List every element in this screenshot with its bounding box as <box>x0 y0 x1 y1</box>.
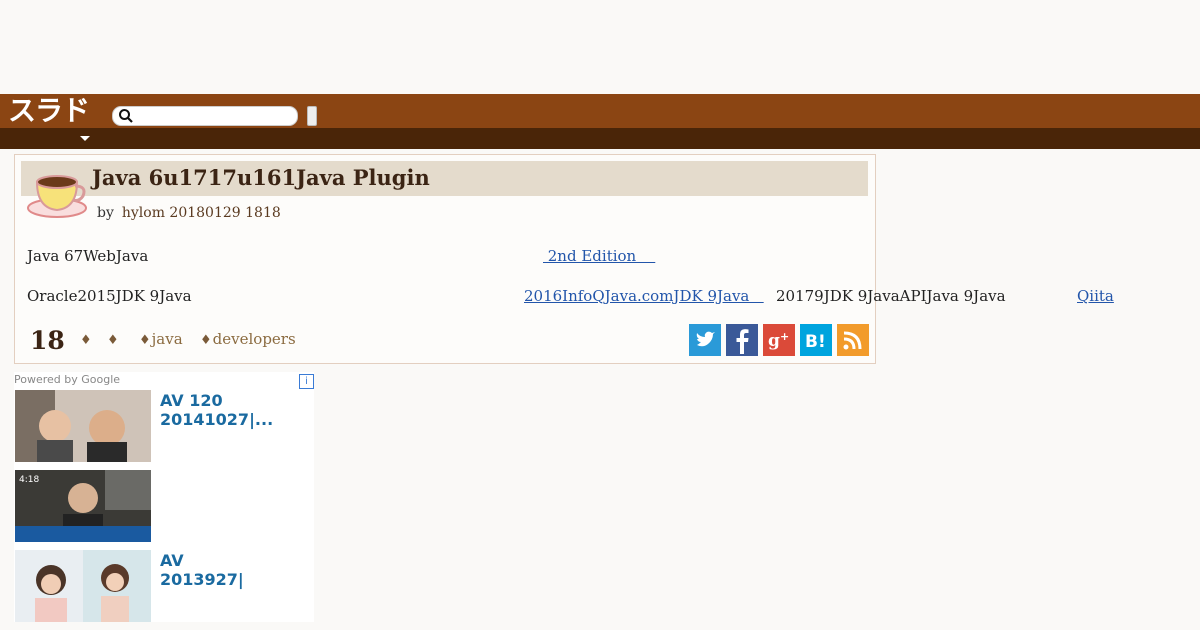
svg-text:B!: B! <box>805 332 826 352</box>
chevron-down-icon[interactable] <box>80 136 90 141</box>
google-plus-icon: g + <box>768 330 789 351</box>
tag-item[interactable]: ♦ <box>107 330 120 348</box>
hatena-bookmark-share-button[interactable]: B! <box>800 324 832 356</box>
tag-label: java <box>151 330 183 348</box>
powered-by-google: Powered by Google <box>14 373 121 386</box>
paragraph-1-text: Java 67WebJava <box>27 247 149 265</box>
site-logo[interactable]: スラド <box>8 96 90 126</box>
tag-icon: ♦ <box>80 333 92 348</box>
hatena-bookmark-icon: B! <box>805 332 826 352</box>
svg-text:+: + <box>780 330 789 343</box>
sub-navigation-bar <box>0 128 1200 149</box>
info-icon[interactable]: i <box>299 374 314 389</box>
comment-count[interactable]: 18 <box>30 326 65 355</box>
ad-thumbnail[interactable] <box>15 390 151 462</box>
paragraph-2-text-2: 20179JDK 9JavaAPIJava 9Java <box>776 287 1006 305</box>
tag-icon: ♦ <box>200 333 212 348</box>
ad-thumbnail[interactable] <box>15 550 151 622</box>
tag-label: developers <box>212 330 296 348</box>
paragraph-2-link-2[interactable]: Qiita <box>1077 287 1114 305</box>
article-title[interactable]: Java 6u1717u161Java Plugin <box>92 165 430 190</box>
search-icon <box>119 109 133 123</box>
svg-text:4:18: 4:18 <box>19 475 39 485</box>
tag-item[interactable]: ♦developers <box>200 330 296 348</box>
svg-text:g: g <box>768 331 780 351</box>
rss-button[interactable] <box>837 324 869 356</box>
tag-item[interactable]: ♦ <box>80 330 93 348</box>
paragraph-2-link[interactable]: 2016InfoQJava.comJDK 9Java <box>524 287 764 305</box>
facebook-icon <box>736 329 749 354</box>
paragraph-1-link[interactable]: 2nd Edition <box>543 247 655 265</box>
paragraph-2-text: Oracle2015JDK 9Java <box>27 287 192 305</box>
tag-icon: ♦ <box>139 333 151 348</box>
rss-icon <box>843 331 862 350</box>
facebook-share-button[interactable] <box>726 324 758 356</box>
twitter-share-button[interactable] <box>689 324 721 356</box>
tag-item[interactable]: ♦java <box>139 330 183 348</box>
tag-icon: ♦ <box>107 333 119 348</box>
ad-title[interactable]: AV 120 20141027|... <box>160 391 273 429</box>
google-plus-share-button[interactable]: g + <box>763 324 795 356</box>
twitter-icon <box>696 331 715 347</box>
ad-title[interactable]: AV 2013927| <box>160 551 244 589</box>
ad-thumbnail[interactable]: 4:18 <box>15 470 151 542</box>
coffee-cup-icon <box>27 175 87 218</box>
article-byline: by hylom 20180129 1818 <box>97 205 281 221</box>
search-input[interactable] <box>112 106 298 126</box>
byline-meta: hylom 20180129 1818 <box>121 205 281 221</box>
search-button[interactable] <box>307 106 317 126</box>
byline-by: by <box>97 205 114 221</box>
